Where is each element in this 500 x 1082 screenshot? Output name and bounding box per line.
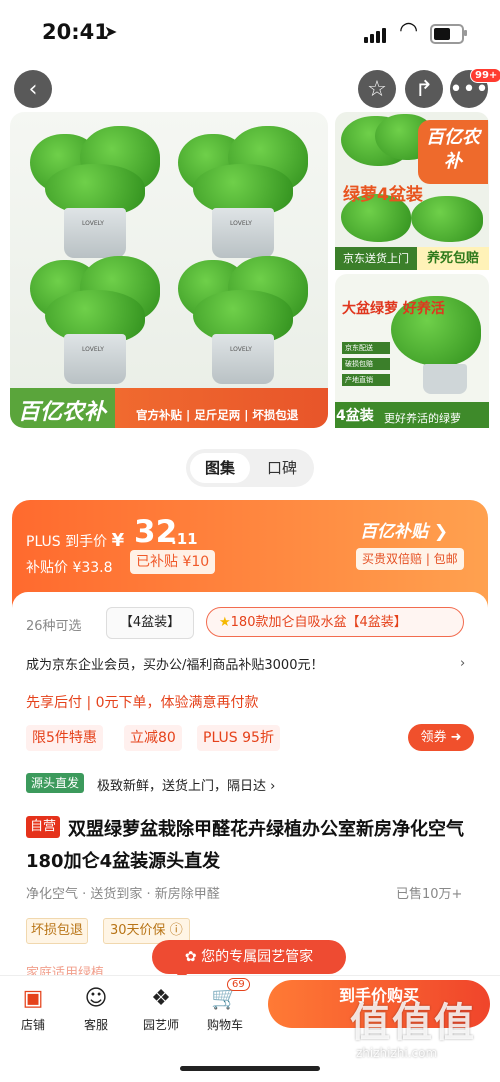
subsidy-brand[interactable]: 百亿补贴 ❯ [360, 517, 448, 542]
side-image-2-chip: 产地直销 [342, 374, 390, 386]
store-icon[interactable]: ▣ [10, 986, 56, 1011]
side-image-2-slogan: 更好养活的绿萝 [384, 412, 461, 425]
promo-chip-limit: 限5件特惠 [26, 725, 103, 751]
product-title: 双盟绿萝盆栽除甲醛花卉绿植办公室新房净化空气180加仑4盆装源头直发 [26, 819, 464, 872]
option-count[interactable]: 26种可选 [26, 615, 82, 634]
delivery-info[interactable]: 极致新鲜，送货上门，隔日达 › [97, 775, 275, 794]
store-label[interactable]: 店铺 [10, 1016, 56, 1033]
promo-chip-discount: 立减80 [124, 725, 182, 751]
watermark-url: zhizhizhi.com [356, 1046, 438, 1060]
main-product-image[interactable]: LOVELY LOVELY LOVELY LOVELY 百亿农补 官方补贴 | … [10, 112, 328, 428]
favorite-button[interactable]: ☆ [358, 70, 396, 108]
star-icon: ☆ [367, 76, 387, 102]
cart-label[interactable]: 购物车 [202, 1016, 248, 1033]
chevron-right-circle-icon: ➜ [450, 730, 462, 745]
main-image-slogan: 官方补贴 | 足斤足两 | 坏损包退 [136, 408, 299, 422]
info-icon: ⓘ [169, 923, 183, 938]
option-self-water-pot[interactable]: ★180款加仑自吸水盆【4盆装】 [206, 607, 464, 637]
tab-gallery[interactable]: 图集 [190, 453, 250, 483]
share-button[interactable]: ↱ [405, 70, 443, 108]
enterprise-promo[interactable]: 成为京东企业会员，买办公/福利商品补贴3000元！ [26, 654, 476, 678]
side-image-1-title: 绿萝4盆装 [343, 185, 423, 205]
watermark-logo: 值值值 [350, 1000, 476, 1046]
side-image-2-count: 4盆装 [336, 408, 374, 424]
main-image-brand: 百亿农补 [18, 400, 107, 425]
side-image-2-chips: 京东配送 破损包赔 产地直销 [342, 342, 390, 390]
product-features: 净化空气 · 送货到家 · 新房除甲醛 [26, 887, 220, 902]
customer-service-label[interactable]: 客服 [73, 1016, 119, 1033]
side-image-2-title: 大盆绿萝 好养活 [342, 301, 445, 317]
guarantee-return[interactable]: 坏损包退 [26, 918, 89, 944]
source-direct-tag: 源头直发 [26, 773, 85, 793]
get-coupon-button[interactable]: 领券 ➜ [408, 724, 474, 751]
chevron-right-icon: › [460, 656, 466, 671]
battery-icon [430, 24, 467, 44]
chevron-left-icon: ‹ [28, 76, 38, 102]
self-operated-tag: 自营 [26, 816, 61, 838]
pay-later-info[interactable]: 先享后付 | 0元下单，体验满意再付款 [26, 692, 259, 712]
garden-assistant-pill[interactable]: ✿ 您的专属园艺管家 [152, 940, 346, 980]
location-arrow-icon: ➤ [104, 22, 118, 41]
signal-icon [364, 24, 388, 43]
promo-chip-plus: PLUS 95折 [197, 725, 280, 751]
subsidy-price: 补贴价 ¥33.8 [26, 560, 113, 576]
subsidy-brand-tag: 买贵双倍赔 | 包邮 [356, 548, 464, 570]
more-badge: 99+ [470, 68, 500, 83]
plus-price-label: PLUS 到手价 ¥ [26, 530, 125, 551]
star-icon: ★ [219, 615, 231, 630]
wifi-icon: ◠ [399, 18, 419, 43]
gardener-icon[interactable]: ❖ [138, 986, 184, 1011]
option-4-pots[interactable]: 【4盆装】 [106, 607, 194, 639]
customer-service-icon[interactable]: ☺ [73, 986, 119, 1011]
side-image-brand-ribbon: 百亿农补 [418, 120, 488, 184]
subsidy-tag: 已补贴 ¥10 [130, 550, 216, 574]
price-decimal: .11 [171, 530, 198, 548]
tab-reviews[interactable]: 口碑 [254, 453, 310, 483]
flower-icon: ✿ [184, 949, 197, 965]
home-indicator [180, 1066, 320, 1071]
share-icon: ↱ [414, 76, 434, 102]
side-image-2-chip: 京东配送 [342, 342, 390, 354]
sold-count: 已售10万+ [396, 887, 463, 902]
back-button[interactable]: ‹ [14, 70, 52, 108]
side-image-1-right-label: 养死包赔 [417, 247, 489, 270]
side-image-2-chip: 破损包赔 [342, 358, 390, 370]
gardener-label[interactable]: 园艺师 [138, 1016, 184, 1033]
cart-badge: 69 [227, 978, 250, 991]
side-image-1-left-label: 京东送货上门 [335, 247, 417, 270]
status-time: 20:41 [42, 20, 109, 44]
